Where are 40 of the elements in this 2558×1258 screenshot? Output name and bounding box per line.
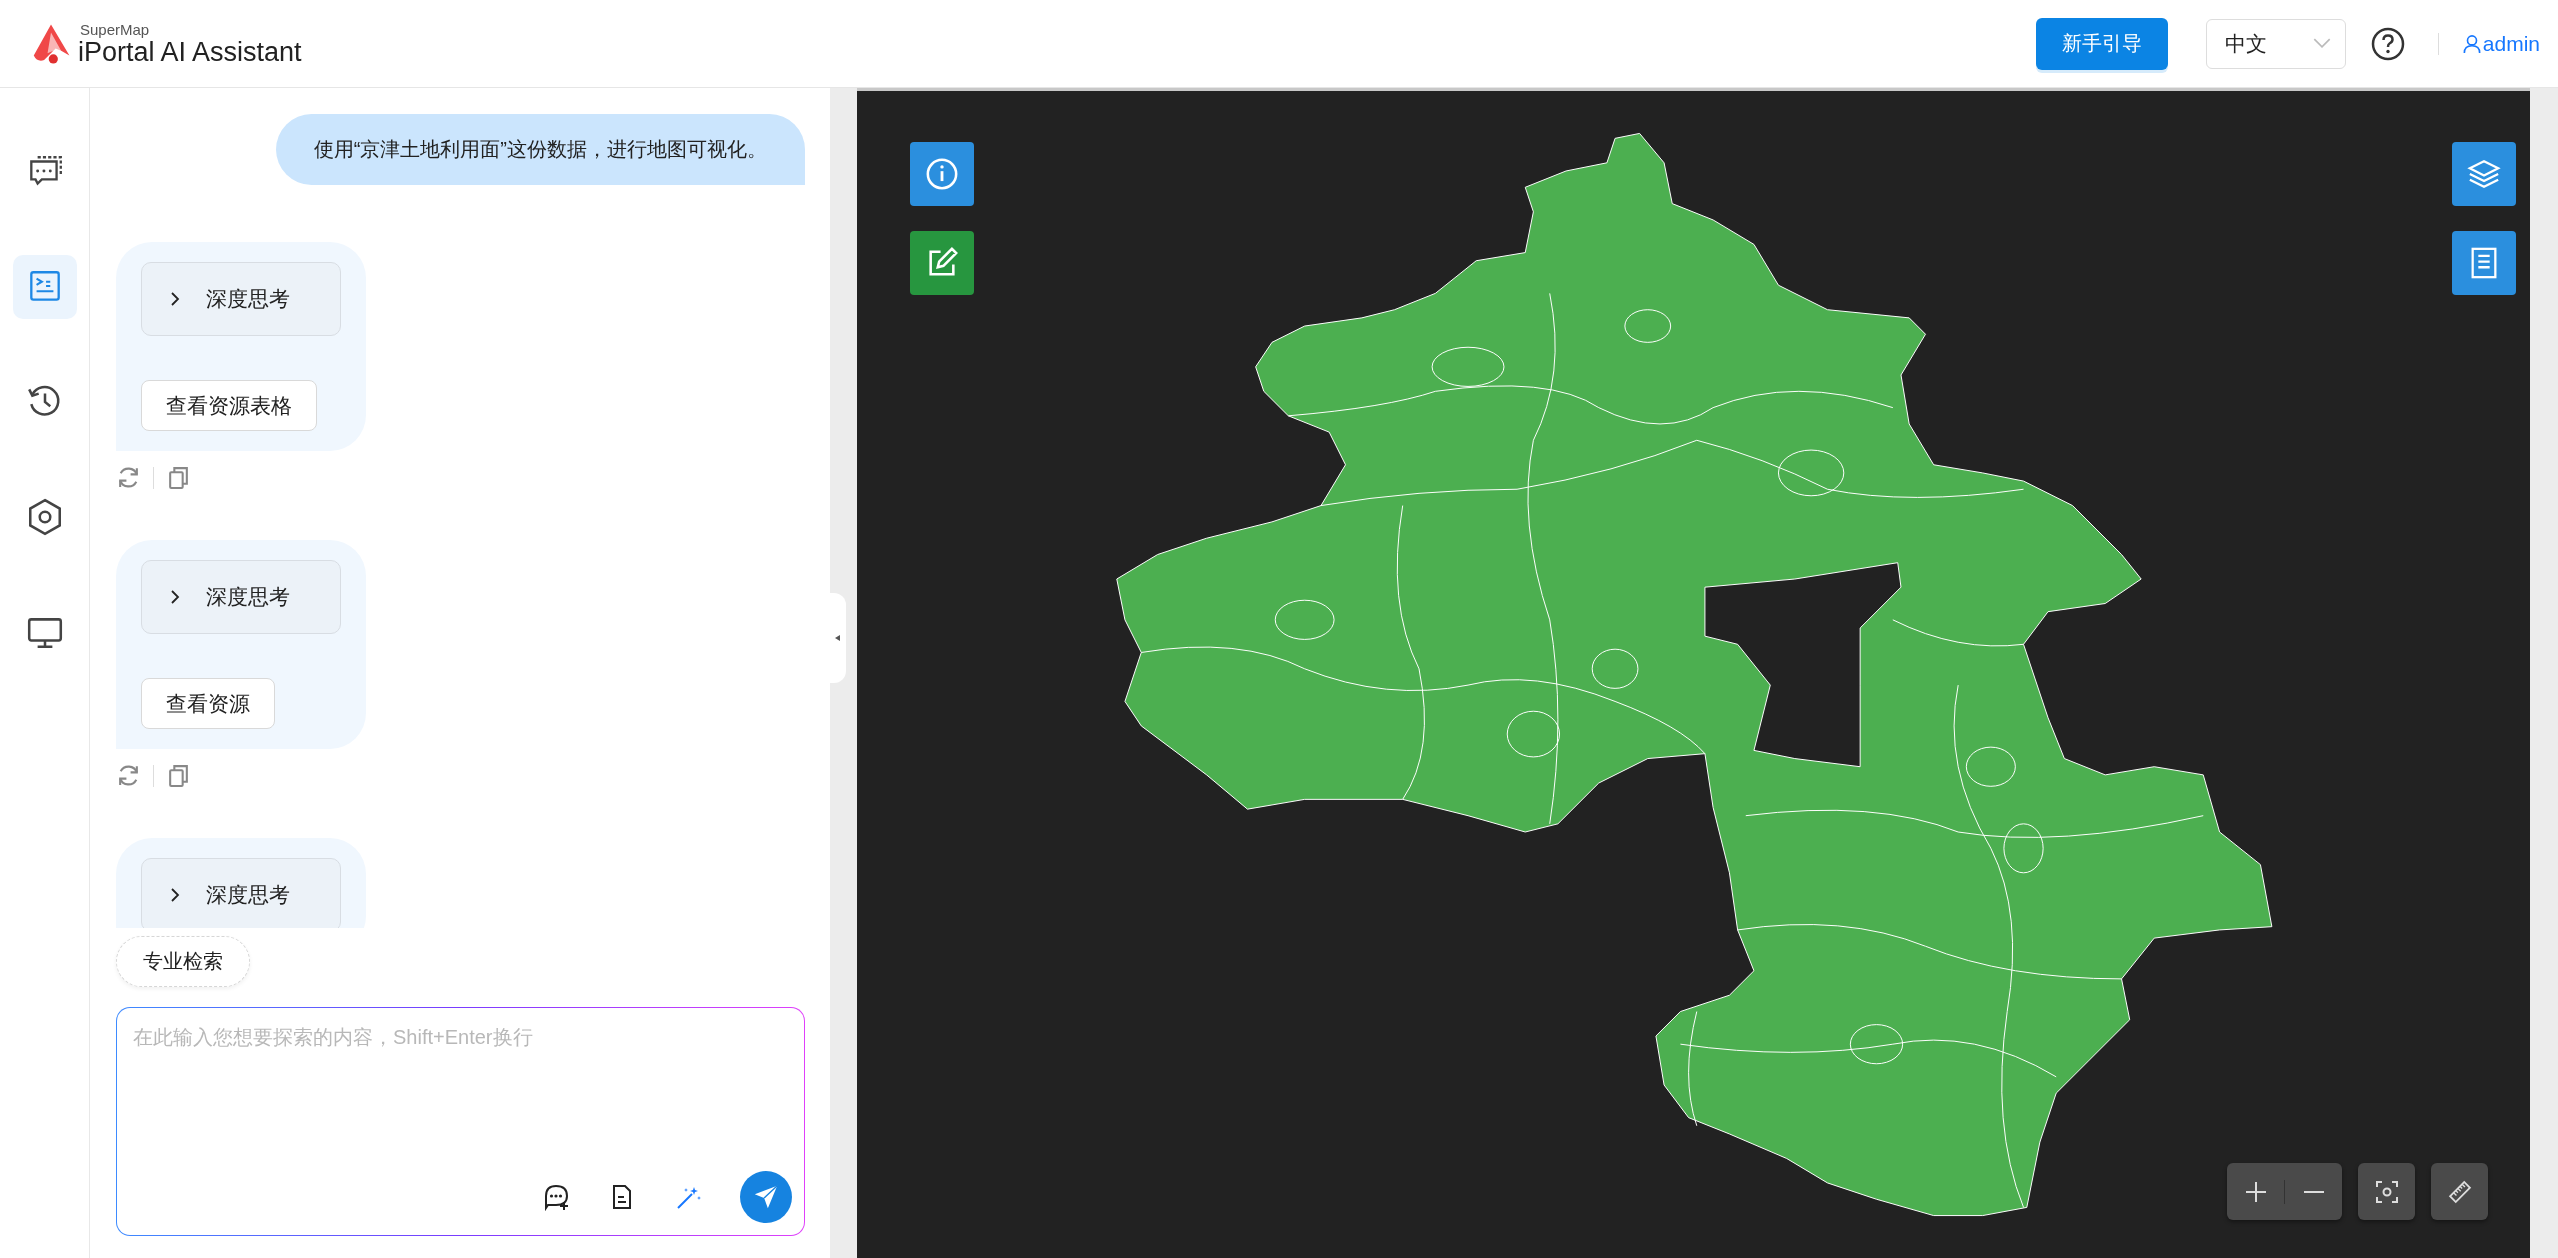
- app-title: iPortal AI Assistant: [78, 38, 302, 66]
- refresh-icon[interactable]: [116, 763, 141, 788]
- chevron-down-icon: [2312, 38, 2331, 49]
- thinking-toggle[interactable]: 深度思考: [141, 560, 341, 634]
- guide-button[interactable]: 新手引导: [2035, 17, 2168, 70]
- language-select[interactable]: 中文: [2205, 18, 2346, 69]
- layers-icon: [2467, 157, 2501, 191]
- focus-icon: [2374, 1179, 2399, 1204]
- info-icon: [925, 157, 959, 191]
- map-view[interactable]: [857, 88, 2530, 1258]
- legend-button[interactable]: [2452, 231, 2516, 295]
- brand-name: SuperMap: [80, 21, 151, 37]
- info-button[interactable]: [910, 142, 974, 206]
- edit-button[interactable]: [910, 231, 974, 295]
- user-message: 使用“京津土地利用面”这份数据，进行地图可视化。: [275, 114, 805, 185]
- help-icon[interactable]: [2369, 25, 2406, 62]
- minus-icon: [2301, 1189, 2326, 1194]
- refresh-icon[interactable]: [116, 465, 141, 490]
- chevron-icon: [170, 589, 180, 605]
- view-resource-button[interactable]: 查看资源表格: [141, 380, 317, 431]
- search-chip[interactable]: 专业检索: [116, 936, 250, 987]
- layers-button[interactable]: [2452, 142, 2516, 206]
- chevron-icon: [170, 887, 180, 903]
- thinking-toggle[interactable]: 深度思考: [141, 262, 341, 336]
- ruler-button[interactable]: [2431, 1163, 2488, 1220]
- locate-button[interactable]: [2358, 1163, 2415, 1220]
- collapse-arrow-icon: [833, 633, 843, 643]
- send-button[interactable]: [740, 1171, 792, 1223]
- collapse-handle[interactable]: [830, 593, 846, 683]
- message-input[interactable]: 在此输入您想要探索的内容，Shift+Enter换行: [131, 1022, 792, 1171]
- view-resource-button[interactable]: 查看资源: [141, 678, 275, 729]
- thinking-toggle[interactable]: 深度思考: [141, 858, 341, 928]
- copy-icon[interactable]: [166, 465, 191, 490]
- user-icon: [2462, 33, 2481, 54]
- copy-icon[interactable]: [166, 763, 191, 788]
- ruler-icon: [2447, 1179, 2472, 1204]
- user-link[interactable]: admin: [2462, 31, 2540, 56]
- chat-add-icon[interactable]: [542, 1183, 570, 1211]
- plus-icon: [2243, 1179, 2268, 1204]
- chevron-icon: [170, 291, 180, 307]
